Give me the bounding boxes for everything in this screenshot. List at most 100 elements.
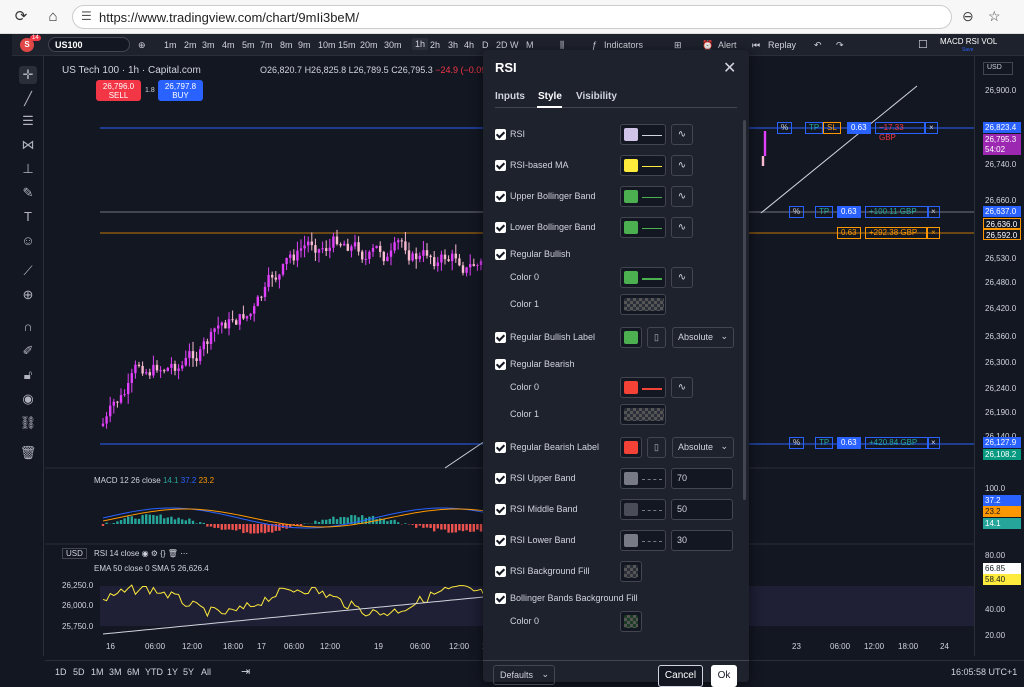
- range-1y[interactable]: 1Y: [167, 667, 178, 677]
- pattern-icon[interactable]: ⋈: [19, 136, 37, 154]
- bb-bg-fill-checkbox[interactable]: [495, 593, 506, 604]
- timeframe-1m[interactable]: 1m: [164, 40, 177, 50]
- symbol-title[interactable]: US Tech 100 · 1h · Capital.com: [62, 65, 201, 76]
- indicators-icon[interactable]: ƒ: [592, 40, 597, 50]
- address-bar[interactable]: ☰ https://www.tradingview.com/chart/9mIi…: [72, 5, 952, 29]
- position-select[interactable]: Absolute⌄: [672, 327, 734, 348]
- order-qty[interactable]: 0.63: [837, 227, 861, 239]
- line-style-icon[interactable]: ∿: [671, 186, 693, 207]
- lock-icon[interactable]: 🔓︎: [19, 366, 37, 384]
- tab-visibility[interactable]: Visibility: [576, 91, 617, 102]
- sl-label[interactable]: SL: [823, 122, 841, 134]
- regular-bearish-checkbox[interactable]: [495, 359, 506, 370]
- percent-icon[interactable]: %: [777, 122, 792, 134]
- fib-retracement-icon[interactable]: ☰: [19, 112, 37, 130]
- lower-bb-checkbox[interactable]: [495, 222, 506, 233]
- layout-icon[interactable]: ☐: [918, 38, 928, 51]
- ruler-icon[interactable]: ⟋: [19, 262, 37, 280]
- trend-line-icon[interactable]: ╱: [19, 90, 37, 108]
- middle-band-input[interactable]: 50: [671, 499, 733, 520]
- replay-icon[interactable]: ⏮: [752, 40, 760, 51]
- text-icon[interactable]: T: [19, 208, 37, 226]
- close-order-icon[interactable]: ×: [927, 437, 940, 449]
- zoom-icon[interactable]: ⊖: [962, 8, 974, 25]
- timeframe-4m[interactable]: 4m: [222, 40, 235, 50]
- timeframe-8m[interactable]: 8m: [280, 40, 293, 50]
- lower-band-input[interactable]: 30: [671, 530, 733, 551]
- color-picker[interactable]: [620, 377, 666, 398]
- cancel-button[interactable]: Cancel: [658, 665, 703, 687]
- tp-label[interactable]: TP: [815, 206, 833, 218]
- brush-icon[interactable]: ✎: [19, 184, 37, 202]
- color-picker[interactable]: [620, 611, 642, 632]
- line-style-icon[interactable]: ∿: [671, 217, 693, 238]
- percent-icon[interactable]: %: [789, 437, 804, 449]
- replay-button[interactable]: Replay: [768, 40, 796, 50]
- color-picker[interactable]: [620, 155, 666, 176]
- lock-drawing-icon[interactable]: ✐: [19, 342, 37, 360]
- rsi-upper-band-checkbox[interactable]: [495, 473, 506, 484]
- clock[interactable]: 16:05:58 UTC+1: [951, 667, 1017, 677]
- range-5y[interactable]: 5Y: [183, 667, 194, 677]
- timeframe-2D[interactable]: 2D: [496, 40, 508, 50]
- range-6m[interactable]: 6M: [127, 667, 140, 677]
- color-picker[interactable]: [620, 294, 666, 315]
- color-picker[interactable]: [620, 186, 666, 207]
- timeframe-W[interactable]: W: [510, 40, 519, 50]
- regular-bullish-checkbox[interactable]: [495, 249, 506, 260]
- color-picker[interactable]: [620, 217, 666, 238]
- rsi-bg-fill-checkbox[interactable]: [495, 566, 506, 577]
- line-style-icon[interactable]: ∿: [671, 155, 693, 176]
- layout-save[interactable]: Save: [962, 47, 973, 53]
- order-qty[interactable]: 0.63: [847, 122, 871, 134]
- timeframe-4h[interactable]: 4h: [464, 40, 474, 50]
- color-picker[interactable]: [620, 267, 666, 288]
- currency-select[interactable]: USD: [983, 62, 1013, 75]
- undo-icon[interactable]: ↶: [814, 40, 822, 51]
- tp-label[interactable]: TP: [815, 437, 833, 449]
- line-style-icon[interactable]: ∿: [671, 124, 693, 145]
- range-all[interactable]: All: [201, 667, 211, 677]
- color-picker[interactable]: [620, 468, 666, 489]
- line-style-icon[interactable]: ∿: [671, 267, 693, 288]
- rsi-legend[interactable]: RSI 14 close ◉ ⚙ {} 🗑︎ ⋯: [94, 549, 188, 558]
- close-order-icon[interactable]: ×: [925, 122, 938, 134]
- scrollbar[interactable]: [743, 120, 746, 500]
- home-icon[interactable]: ⌂: [44, 8, 62, 26]
- timeframe-D[interactable]: D: [482, 40, 489, 50]
- timeframe-30m[interactable]: 30m: [384, 40, 402, 50]
- timeframe-2h[interactable]: 2h: [430, 40, 440, 50]
- color-picker[interactable]: [620, 530, 666, 551]
- link-icon[interactable]: ⛓︎: [19, 414, 37, 432]
- range-5d[interactable]: 5D: [73, 667, 85, 677]
- close-icon[interactable]: ✕: [723, 58, 736, 78]
- symbol-search[interactable]: US100: [48, 37, 130, 52]
- magnet-icon[interactable]: ∩: [19, 318, 37, 336]
- timeframe-7m[interactable]: 7m: [260, 40, 273, 50]
- macd-legend[interactable]: MACD 12 26 close 14.1 37.2 23.2: [94, 476, 214, 485]
- timeframe-5m[interactable]: 5m: [242, 40, 255, 50]
- crosshair-icon[interactable]: ✛: [19, 66, 37, 84]
- timeframe-20m[interactable]: 20m: [360, 40, 378, 50]
- rsi-currency[interactable]: USD: [62, 548, 87, 559]
- site-info-icon[interactable]: ☰: [81, 9, 92, 23]
- timeframe-1h[interactable]: 1h: [412, 38, 428, 50]
- favorite-icon[interactable]: ☆: [988, 8, 1001, 25]
- trash-icon[interactable]: 🗑︎: [19, 444, 37, 462]
- position-select[interactable]: Absolute⌄: [672, 437, 734, 458]
- zoom-in-icon[interactable]: ⊕: [19, 286, 37, 304]
- label-shape-icon[interactable]: ▯: [647, 327, 666, 348]
- goto-date-icon[interactable]: ⇥: [241, 665, 250, 678]
- ema-legend[interactable]: EMA 50 close 0 SMA 5 26,626.4: [94, 564, 209, 573]
- alert-button[interactable]: Alert: [718, 40, 737, 50]
- price-scale[interactable]: USD 26,900.0 26,740.0 26,660.0 26,530.0 …: [974, 56, 1024, 656]
- close-order-icon[interactable]: ×: [927, 227, 940, 239]
- layout-name[interactable]: MACD RSI VOL: [940, 37, 997, 46]
- defaults-button[interactable]: Defaults⌄: [493, 665, 555, 685]
- timeframe-9m[interactable]: 9m: [298, 40, 311, 50]
- timeframe-M[interactable]: M: [526, 40, 534, 50]
- color-picker[interactable]: [620, 561, 642, 582]
- tab-style[interactable]: Style: [538, 91, 562, 102]
- color-picker[interactable]: [620, 327, 642, 348]
- close-order-icon[interactable]: ×: [927, 206, 940, 218]
